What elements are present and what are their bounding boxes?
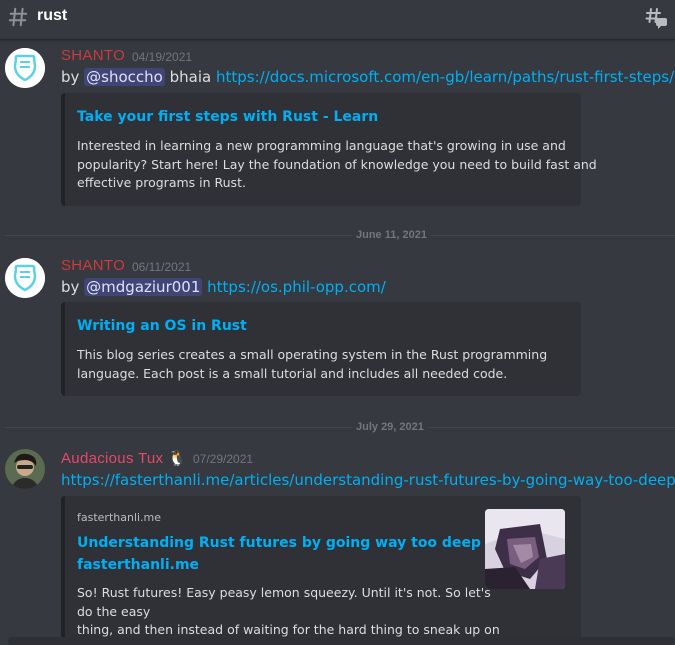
threads-icon[interactable] <box>644 6 668 30</box>
embed-provider[interactable]: fasterthanli.me <box>77 511 161 524</box>
message-author[interactable]: SHANTO <box>61 47 125 64</box>
message-text: by <box>61 278 85 296</box>
shield-avatar-icon <box>5 48 45 88</box>
horizontal-scrollbar[interactable] <box>8 637 675 645</box>
embed-title[interactable]: Understanding Rust futures by going way … <box>77 532 492 576</box>
message-link[interactable]: https://os.phil-opp.com/ <box>207 278 386 296</box>
embed-description-line: So! Rust futures! Easy peasy lemon squee… <box>77 585 491 600</box>
embed-title[interactable]: Take your first steps with Rust - Learn <box>77 106 378 128</box>
author-name[interactable]: Audacious Tux <box>61 450 163 467</box>
message-text: by <box>61 68 85 86</box>
embed-title[interactable]: Writing an OS in Rust <box>77 315 247 337</box>
embed-description: So! Rust futures! Easy peasy lemon squee… <box>77 584 500 640</box>
message-content: by @mdgaziur001 https://os.phil-opp.com/ <box>61 278 386 296</box>
message-content: by @shoccho bhaia https://docs.microsoft… <box>61 68 674 86</box>
channel-name: rust <box>37 7 68 24</box>
channel-header: rust <box>0 0 675 40</box>
message-author[interactable]: SHANTO <box>61 257 125 274</box>
message-content: https://fasterthanli.me/articles/underst… <box>61 471 675 489</box>
message-timestamp: 04/19/2021 <box>132 50 193 64</box>
link-embed: fasterthanli.me Understanding Rust futur… <box>61 496 581 645</box>
message-text: bhaia <box>164 68 216 86</box>
embed-description-line: effective programs in Rust. <box>77 175 246 190</box>
embed-description-line: do the easy <box>77 603 151 619</box>
embed-description: This blog series creates a small operati… <box>77 346 547 383</box>
date-divider-label: July 29, 2021 <box>352 421 428 433</box>
embed-description-line: popularity? Start here! Lay the foundati… <box>77 156 597 172</box>
message-author[interactable]: Audacious Tux 🐧 <box>61 449 187 467</box>
link-embed: Take your first steps with Rust - Learn … <box>61 93 597 206</box>
message-timestamp: 07/29/2021 <box>193 452 254 466</box>
embed-description: Interested in learning a new programming… <box>77 137 597 193</box>
hash-icon <box>8 7 28 27</box>
shield-avatar-icon <box>5 258 45 298</box>
date-divider <box>5 235 675 236</box>
penguin-emoji-icon: 🐧 <box>167 450 187 467</box>
user-mention[interactable]: @mdgaziur001 <box>84 278 203 296</box>
embed-description-line: This blog series creates a small operati… <box>77 347 548 362</box>
message-2: SHANTO 06/11/2021 by @mdgaziur001 https:… <box>0 254 675 404</box>
link-embed: Writing an OS in Rust This blog series c… <box>61 302 581 396</box>
embed-title-line[interactable]: fasterthanli.me <box>77 554 492 576</box>
message-link[interactable]: https://fasterthanli.me/articles/underst… <box>61 471 675 489</box>
avatar[interactable] <box>5 258 45 298</box>
message-link[interactable]: https://docs.microsoft.com/en-gb/learn/p… <box>216 68 674 86</box>
message-3: Audacious Tux 🐧 07/29/2021 https://faste… <box>0 446 675 645</box>
user-photo-avatar-icon <box>5 449 45 489</box>
embed-title-line[interactable]: Understanding Rust futures by going way … <box>77 532 492 554</box>
date-divider-label: June 11, 2021 <box>352 229 431 241</box>
avatar[interactable] <box>5 449 45 489</box>
avatar[interactable] <box>5 48 45 88</box>
date-divider <box>5 427 675 428</box>
embed-thumbnail[interactable] <box>485 509 565 589</box>
embed-description-line: language. Each post is a small tutorial … <box>77 365 508 381</box>
message-timestamp: 06/11/2021 <box>132 260 192 274</box>
message-1: SHANTO 04/19/2021 by @shoccho bhaia http… <box>0 44 675 214</box>
embed-description-line: Interested in learning a new programming… <box>77 138 566 153</box>
user-mention[interactable]: @shoccho <box>84 68 165 86</box>
